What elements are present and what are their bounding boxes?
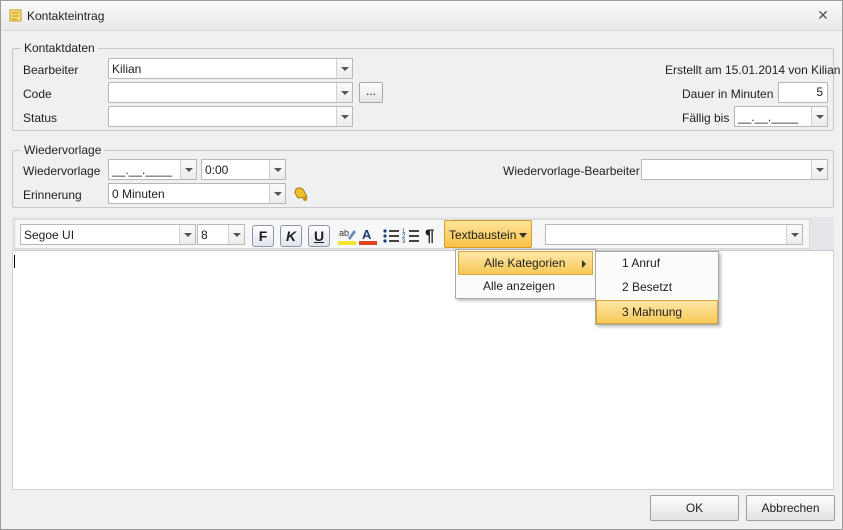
submenu-item-label: 1 Anruf [622, 256, 661, 270]
erinnerung-combo[interactable]: 0 Minuten [108, 183, 286, 204]
textbaustein-combo[interactable] [545, 224, 803, 245]
dauer-label: Dauer in Minuten [682, 87, 774, 101]
erinnerung-value: 0 Minuten [112, 187, 165, 201]
dialog-footer: OK Abbrechen [1, 490, 842, 529]
text-caret [14, 255, 15, 268]
faellig-label: Fällig bis [682, 111, 730, 125]
bearbeiter-label: Bearbeiter [23, 63, 79, 77]
wiedervorlage-legend: Wiedervorlage [24, 143, 102, 157]
status-combo[interactable] [108, 106, 353, 127]
status-label: Status [23, 111, 58, 125]
wiedervorlage-bearbeiter-combo[interactable] [641, 159, 828, 180]
svg-text:3: 3 [402, 239, 406, 245]
svg-text:ab: ab [339, 228, 349, 238]
chevron-down-icon[interactable] [269, 160, 285, 179]
editor-toolbar: Segoe UI 8 F K U ab A 1 2 3 ¶ [12, 217, 834, 251]
code-combo[interactable] [108, 82, 353, 103]
textbaustein-label: Textbaustein [449, 228, 517, 242]
font-size-value: 8 [201, 228, 208, 242]
caret-down-icon [519, 233, 527, 238]
wiedervorlage-time-value: 0:00 [205, 163, 229, 177]
kontaktdaten-legend: Kontaktdaten [24, 41, 95, 55]
chevron-down-icon[interactable] [336, 107, 352, 126]
wiedervorlage-bearbeiter-label: Wiedervorlage-Bearbeiter [503, 164, 640, 178]
font-color-icon[interactable]: A [358, 226, 378, 246]
bullet-list-icon[interactable] [381, 226, 401, 246]
close-button[interactable]: ✕ [812, 6, 834, 24]
font-name-value: Segoe UI [24, 228, 75, 242]
chevron-down-icon[interactable] [269, 184, 285, 203]
submenu-item-label: 3 Mahnung [622, 305, 683, 319]
faellig-value: __.__.____ [738, 110, 799, 124]
menu-item-alle-anzeigen[interactable]: Alle anzeigen [458, 275, 593, 299]
chevron-down-icon[interactable] [336, 83, 352, 102]
underline-button[interactable]: U [308, 225, 330, 247]
dialog-window: Kontakteintrag ✕ Kontaktdaten Bearbeiter… [0, 0, 843, 530]
menu-item-label: Alle anzeigen [483, 279, 556, 293]
ok-button[interactable]: OK [650, 495, 739, 521]
bearbeiter-value: Kilian [112, 62, 142, 76]
kategorien-submenu: 1 Anruf 2 Besetzt 3 Mahnung [595, 251, 719, 325]
bearbeiter-combo[interactable]: Kilian [108, 58, 353, 79]
code-browse-button[interactable]: ... [359, 82, 383, 103]
svg-text:A: A [362, 227, 372, 242]
submenu-arrow-icon [582, 260, 586, 268]
code-label: Code [23, 87, 52, 101]
close-icon: ✕ [817, 7, 829, 23]
format-toolbar: Segoe UI 8 F K U ab A 1 2 3 ¶ [14, 219, 448, 249]
wiedervorlage-date-combo[interactable]: __.__.____ [108, 159, 197, 180]
italic-button[interactable]: K [280, 225, 302, 247]
submenu-item-besetzt[interactable]: 2 Besetzt [597, 276, 717, 300]
bold-button[interactable]: F [252, 225, 274, 247]
paragraph-icon[interactable]: ¶ [425, 226, 445, 246]
wiedervorlage-date-value: __.__.____ [112, 163, 173, 177]
menu-item-alle-kategorien[interactable]: Alle Kategorien [458, 251, 593, 275]
faellig-combo[interactable]: __.__.____ [734, 106, 828, 127]
title-bar: Kontakteintrag ✕ [1, 1, 842, 31]
cancel-button[interactable]: Abbrechen [746, 495, 835, 521]
chevron-down-icon[interactable] [228, 225, 244, 244]
note-icon [9, 9, 22, 22]
chevron-down-icon[interactable] [786, 225, 802, 244]
chevron-down-icon[interactable] [180, 160, 196, 179]
font-name-combo[interactable]: Segoe UI [20, 224, 196, 245]
created-info: Erstellt am 15.01.2014 von Kilian [665, 63, 841, 77]
bell-icon[interactable] [292, 185, 310, 203]
chevron-down-icon[interactable] [811, 107, 827, 126]
highlight-icon[interactable]: ab [337, 226, 357, 246]
menu-item-label: Alle Kategorien [484, 256, 566, 270]
dauer-input[interactable]: 5 [778, 82, 828, 103]
numbered-list-icon[interactable]: 1 2 3 [401, 226, 421, 246]
submenu-item-anruf[interactable]: 1 Anruf [597, 252, 717, 276]
chevron-down-icon[interactable] [811, 160, 827, 179]
submenu-item-label: 2 Besetzt [622, 280, 673, 294]
chevron-down-icon[interactable] [179, 225, 195, 244]
wiedervorlage-time-combo[interactable]: 0:00 [201, 159, 286, 180]
textbaustein-menu: Alle Kategorien Alle anzeigen [455, 249, 596, 299]
window-title: Kontakteintrag [27, 9, 105, 23]
textbaustein-button[interactable]: Textbaustein [444, 220, 532, 248]
submenu-item-mahnung[interactable]: 3 Mahnung [596, 300, 718, 324]
erinnerung-label: Erinnerung [23, 188, 82, 202]
chevron-down-icon[interactable] [336, 59, 352, 78]
wiedervorlage-label: Wiedervorlage [23, 164, 101, 178]
font-size-combo[interactable]: 8 [197, 224, 245, 245]
